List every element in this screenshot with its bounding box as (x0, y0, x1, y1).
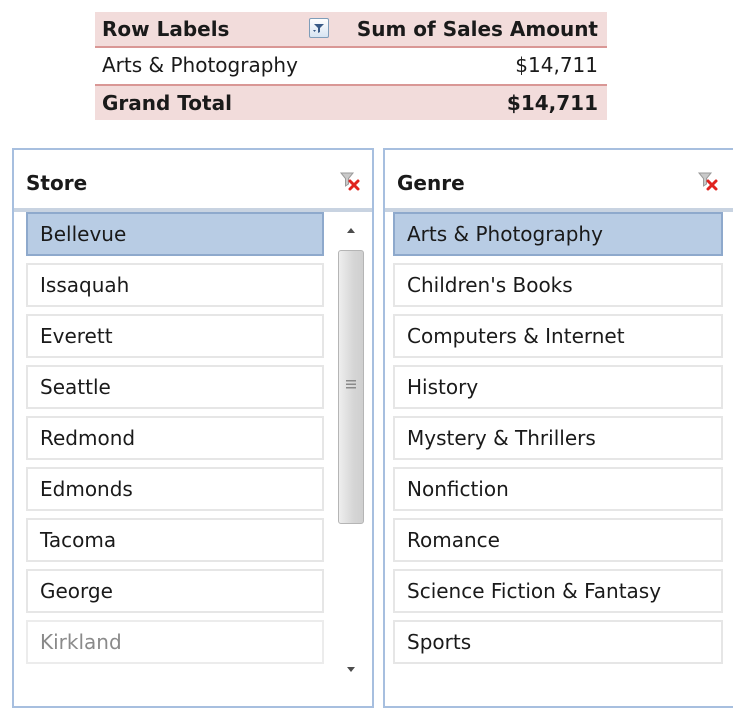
list-item[interactable]: Everett (26, 314, 324, 358)
clear-filter-icon[interactable] (697, 170, 719, 192)
store-slicer-title: Store (26, 171, 88, 195)
pivot-table: Row Labels Sum of Sales Amount Arts & Ph… (95, 12, 607, 120)
store-slicer: Store Bellevue Issaquah Everett Seattle … (12, 148, 374, 708)
pivot-data-row: Arts & Photography $14,711 (95, 48, 607, 84)
list-item[interactable]: Computers & Internet (393, 314, 723, 358)
list-item[interactable]: Kirkland (26, 620, 324, 664)
row-labels-header: Row Labels (102, 17, 230, 41)
filter-dropdown-icon[interactable] (309, 18, 329, 38)
grand-total-label: Grand Total (102, 91, 232, 115)
list-item[interactable]: George (26, 569, 324, 613)
list-item[interactable]: Science Fiction & Fantasy (393, 569, 723, 613)
list-item[interactable]: Edmonds (26, 467, 324, 511)
row-label: Arts & Photography (102, 53, 298, 77)
list-item[interactable]: Children's Books (393, 263, 723, 307)
grip-icon (346, 380, 356, 389)
genre-slicer: Genre Arts & Photography Children's Book… (383, 148, 733, 708)
list-item[interactable]: Seattle (26, 365, 324, 409)
list-item[interactable]: Tacoma (26, 518, 324, 562)
list-item[interactable]: Nonfiction (393, 467, 723, 511)
row-value: $14,711 (515, 53, 598, 77)
sum-of-sales-header: Sum of Sales Amount (356, 17, 598, 41)
genre-slicer-title: Genre (397, 171, 465, 195)
pivot-header-row: Row Labels Sum of Sales Amount (95, 12, 607, 48)
grand-total-row: Grand Total $14,711 (95, 84, 607, 120)
list-item[interactable]: History (393, 365, 723, 409)
genre-slicer-header: Genre (385, 150, 733, 212)
vertical-scrollbar[interactable] (335, 212, 367, 684)
store-slicer-header: Store (14, 150, 372, 212)
list-item[interactable]: Bellevue (26, 212, 324, 256)
list-item[interactable]: Issaquah (26, 263, 324, 307)
list-item[interactable]: Romance (393, 518, 723, 562)
scroll-thumb[interactable] (338, 250, 364, 524)
clear-filter-icon[interactable] (339, 170, 361, 192)
list-item[interactable]: Sports (393, 620, 723, 664)
scroll-up-arrow-icon[interactable] (335, 216, 367, 246)
list-item[interactable]: Redmond (26, 416, 324, 460)
scroll-down-arrow-icon[interactable] (335, 654, 367, 684)
list-item[interactable]: Arts & Photography (393, 212, 723, 256)
list-item[interactable]: Mystery & Thrillers (393, 416, 723, 460)
grand-total-value: $14,711 (506, 91, 598, 115)
